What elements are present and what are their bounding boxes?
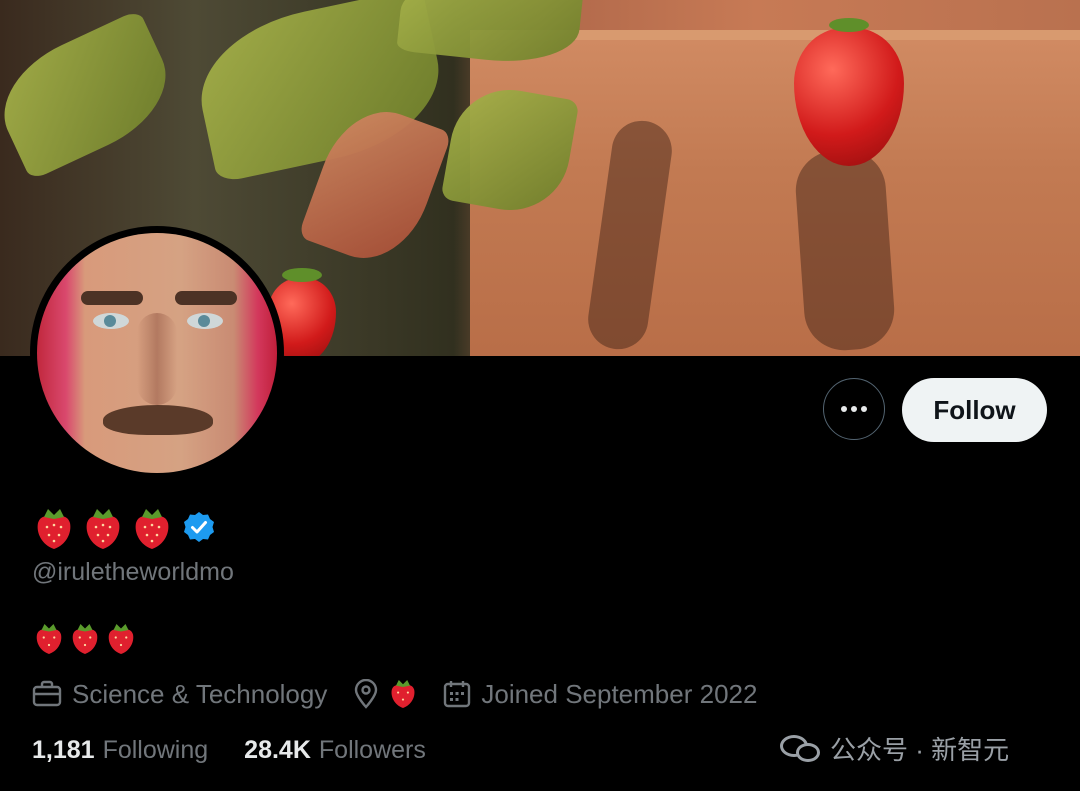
strawberry-icon [36,624,62,654]
strawberry-icon [391,680,415,708]
following-count: 1,181 [32,736,95,764]
profile-joined: Joined September 2022 [443,679,757,710]
category-label: Science & Technology [72,678,328,709]
strawberry-icon [108,624,134,654]
profile-bio [34,622,136,656]
profile-category: Science & Technology [32,679,327,710]
profile-handle: @iruletheworldmo [32,558,234,586]
follow-button[interactable]: Follow [902,378,1047,442]
briefcase-icon [32,680,62,707]
following-label: Following [102,736,209,764]
watermark: 公众号 · 新智元 [780,730,1009,767]
banner-planter [470,40,1080,356]
display-name [34,507,215,551]
followers-link[interactable]: 28.4K Followers [244,736,426,765]
avatar-photo [37,233,277,473]
banner-strawberry-cap [282,268,322,282]
followers-count: 28.4K [244,736,311,764]
more-horizontal-icon [841,406,867,412]
strawberry-icon [132,507,172,551]
avatar-brow [175,291,237,305]
profile-stats: 1,181 Following 28.4K Followers [32,736,426,765]
avatar-nose [137,313,177,405]
location-pin-icon [355,679,378,709]
verified-badge-icon[interactable] [183,511,215,548]
watermark-text: 公众号 · 新智元 [830,735,1010,765]
wechat-icon [780,733,822,765]
profile-avatar[interactable] [30,226,284,480]
avatar-brow [81,291,143,305]
strawberry-icon [83,507,123,551]
avatar-eye [187,313,223,329]
more-options-button[interactable] [823,378,885,440]
strawberry-icon [34,507,74,551]
banner-shadow [793,147,897,353]
avatar-mustache [103,405,213,435]
profile-location [353,678,417,710]
joined-label: Joined September 2022 [481,678,758,709]
banner-strawberry-cap [829,18,869,32]
calendar-icon [444,681,471,708]
strawberry-icon [72,624,98,654]
banner-leaf [0,9,186,181]
profile-meta: Science & Technology Joined September 20… [32,678,783,710]
avatar-eye [93,313,129,329]
followers-label: Followers [318,736,426,764]
following-link[interactable]: 1,181 Following [32,736,208,765]
